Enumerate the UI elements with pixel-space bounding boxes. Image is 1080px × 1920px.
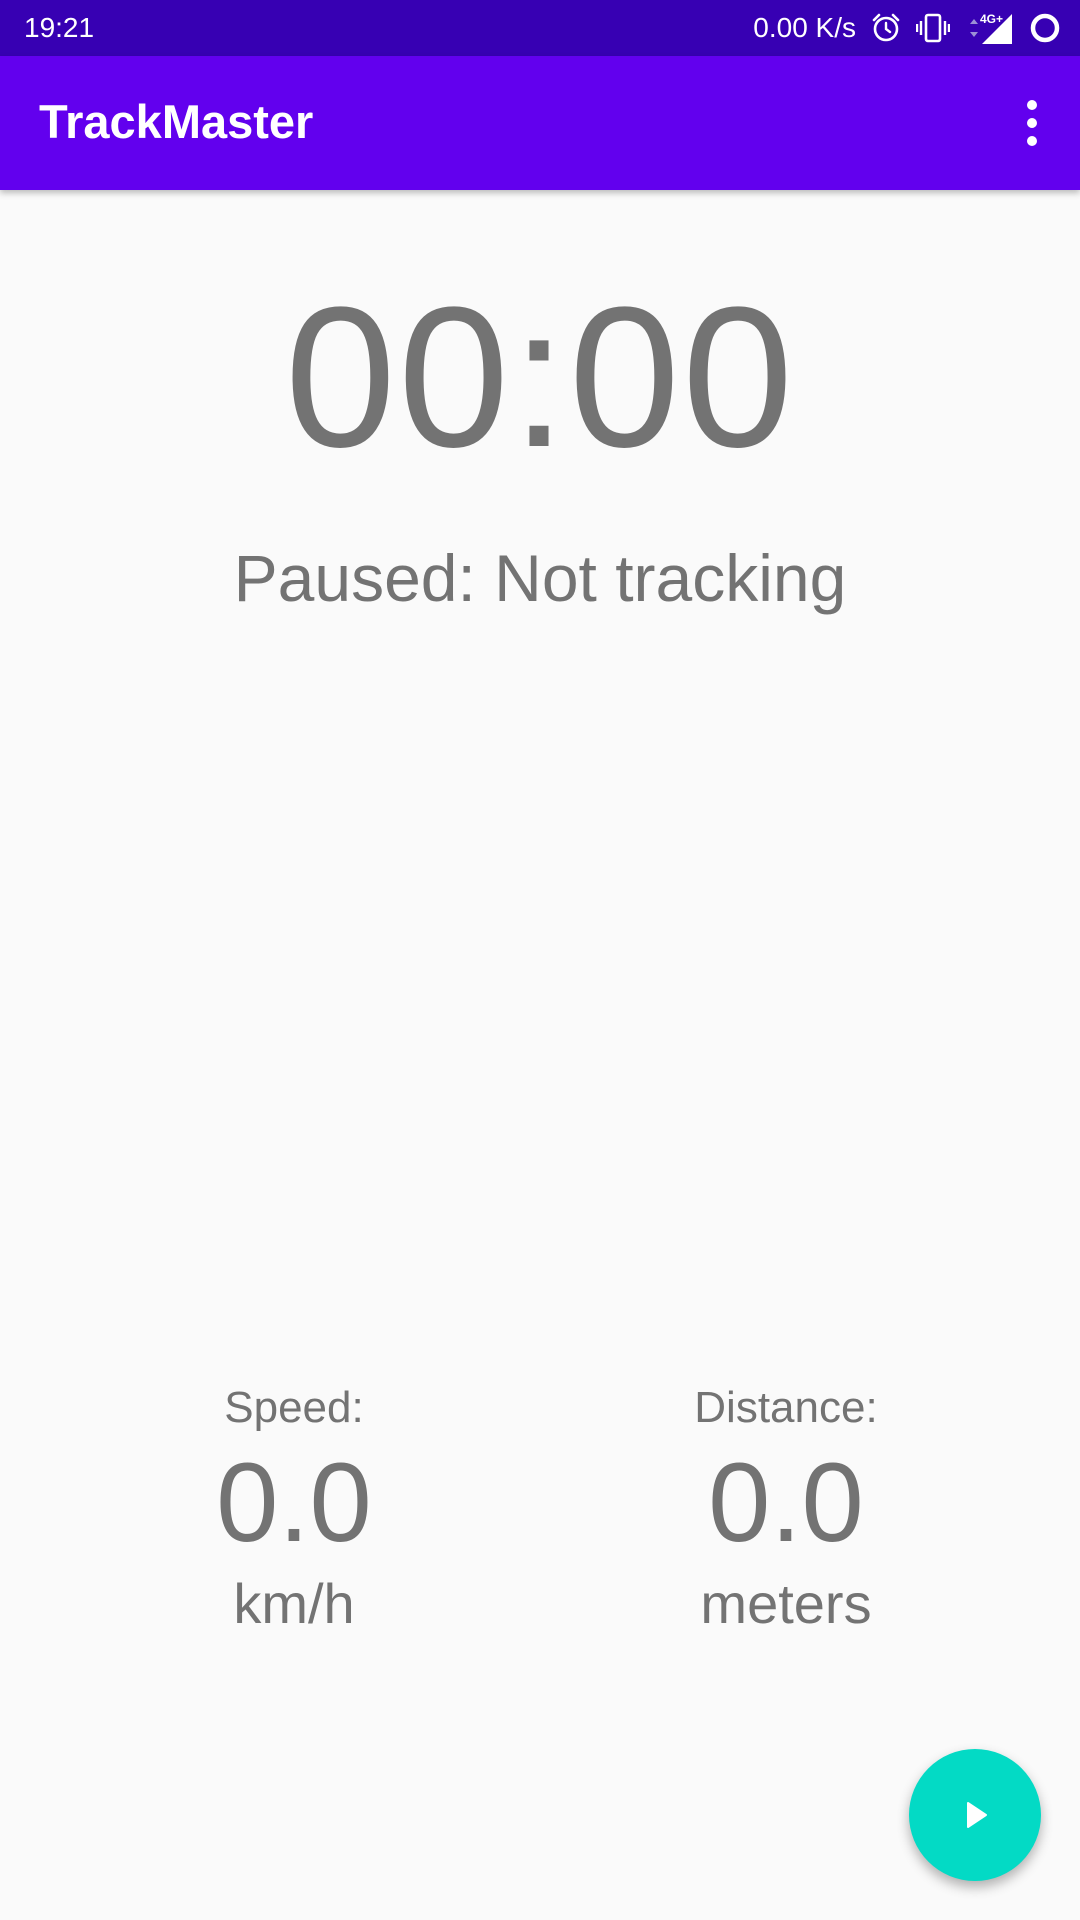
distance-label: Distance: xyxy=(694,1383,878,1432)
start-tracking-button[interactable] xyxy=(909,1749,1041,1881)
speed-unit: km/h xyxy=(233,1572,355,1635)
speed-stat: Speed: 0.0 km/h xyxy=(74,1380,514,1640)
network-type: 4G+ xyxy=(980,12,1004,26)
play-icon xyxy=(955,1795,995,1835)
loading-ring-icon xyxy=(1028,11,1062,45)
speed-label: Speed: xyxy=(224,1383,364,1432)
status-bar: 19:21 0.00 K/s 4G+ xyxy=(0,0,1080,56)
network-speed: 0.00 K/s xyxy=(753,12,856,43)
tracking-status: Paused: Not tracking xyxy=(233,541,847,615)
vibrate-icon xyxy=(916,12,950,44)
status-icons: 0.00 K/s 4G+ xyxy=(753,0,1062,56)
distance-value: 0.0 xyxy=(708,1440,864,1565)
speed-value: 0.0 xyxy=(216,1440,372,1565)
distance-stat: Distance: 0.0 meters xyxy=(566,1380,1006,1640)
status-time: 19:21 xyxy=(24,12,95,43)
app-bar: TrackMaster xyxy=(0,56,1080,190)
distance-unit: meters xyxy=(700,1572,872,1635)
app-title: TrackMaster xyxy=(39,95,314,148)
signal-icon: 4G+ xyxy=(964,10,1014,46)
alarm-icon xyxy=(870,12,902,44)
timer-display: 00:00 xyxy=(284,266,796,489)
more-vert-icon[interactable] xyxy=(994,78,1070,168)
